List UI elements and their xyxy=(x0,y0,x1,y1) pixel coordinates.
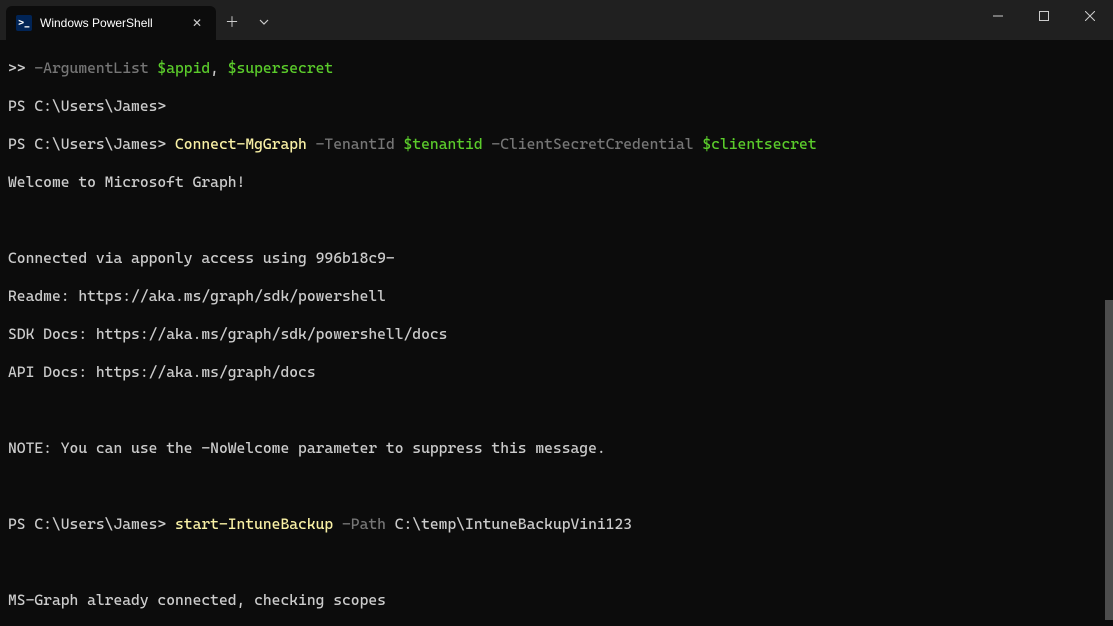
arg-v1: $appid xyxy=(157,59,210,77)
output-line: SDK Docs: https://aka.ms/graph/sdk/power… xyxy=(8,325,1105,344)
param: -Path xyxy=(333,515,395,533)
arg-comma: , xyxy=(210,59,228,77)
output-line: NOTE: You can use the -NoWelcome paramet… xyxy=(8,439,1105,458)
cmd: start-IntuneBackup xyxy=(175,515,333,533)
maximize-button[interactable] xyxy=(1021,0,1067,32)
arg-flag: -ArgumentList xyxy=(34,59,157,77)
new-tab-button[interactable]: ＋ xyxy=(216,6,248,38)
param: -ClientSecretCredential xyxy=(483,135,703,153)
cmd: Connect-MgGraph xyxy=(175,135,307,153)
window-controls xyxy=(975,0,1113,40)
scrollbar-thumb[interactable] xyxy=(1105,300,1113,620)
terminal-output[interactable]: >> -ArgumentList $appid, $supersecret PS… xyxy=(0,40,1113,626)
tab-dropdown-button[interactable] xyxy=(248,6,280,38)
output-line: Connected via apponly access using 996b1… xyxy=(8,249,1105,268)
tab-powershell[interactable]: >_ Windows PowerShell ✕ xyxy=(6,6,216,40)
arg: C:\temp\IntuneBackupVini123 xyxy=(395,515,632,533)
close-tab-icon[interactable]: ✕ xyxy=(188,14,206,32)
var: $tenantid xyxy=(404,135,483,153)
powershell-icon: >_ xyxy=(16,15,32,31)
prompt: PS C:\Users\James> xyxy=(8,135,166,153)
var: $clientsecret xyxy=(702,135,816,153)
minimize-button[interactable] xyxy=(975,0,1021,32)
tabs-region: >_ Windows PowerShell ✕ ＋ xyxy=(0,0,280,40)
cont-prompt: >> xyxy=(8,59,26,77)
tab-title: Windows PowerShell xyxy=(40,16,180,30)
prompt: PS C:\Users\James> xyxy=(8,515,166,533)
prompt: PS C:\Users\James> xyxy=(8,97,166,115)
output-line: Readme: https://aka.ms/graph/sdk/powersh… xyxy=(8,287,1105,306)
arg-v2: $supersecret xyxy=(228,59,333,77)
output-line: Welcome to Microsoft Graph! xyxy=(8,173,1105,192)
output-line: API Docs: https://aka.ms/graph/docs xyxy=(8,363,1105,382)
close-window-button[interactable] xyxy=(1067,0,1113,32)
output-line: MS-Graph already connected, checking sco… xyxy=(8,591,1105,610)
param: -TenantId xyxy=(307,135,404,153)
titlebar: >_ Windows PowerShell ✕ ＋ xyxy=(0,0,1113,40)
